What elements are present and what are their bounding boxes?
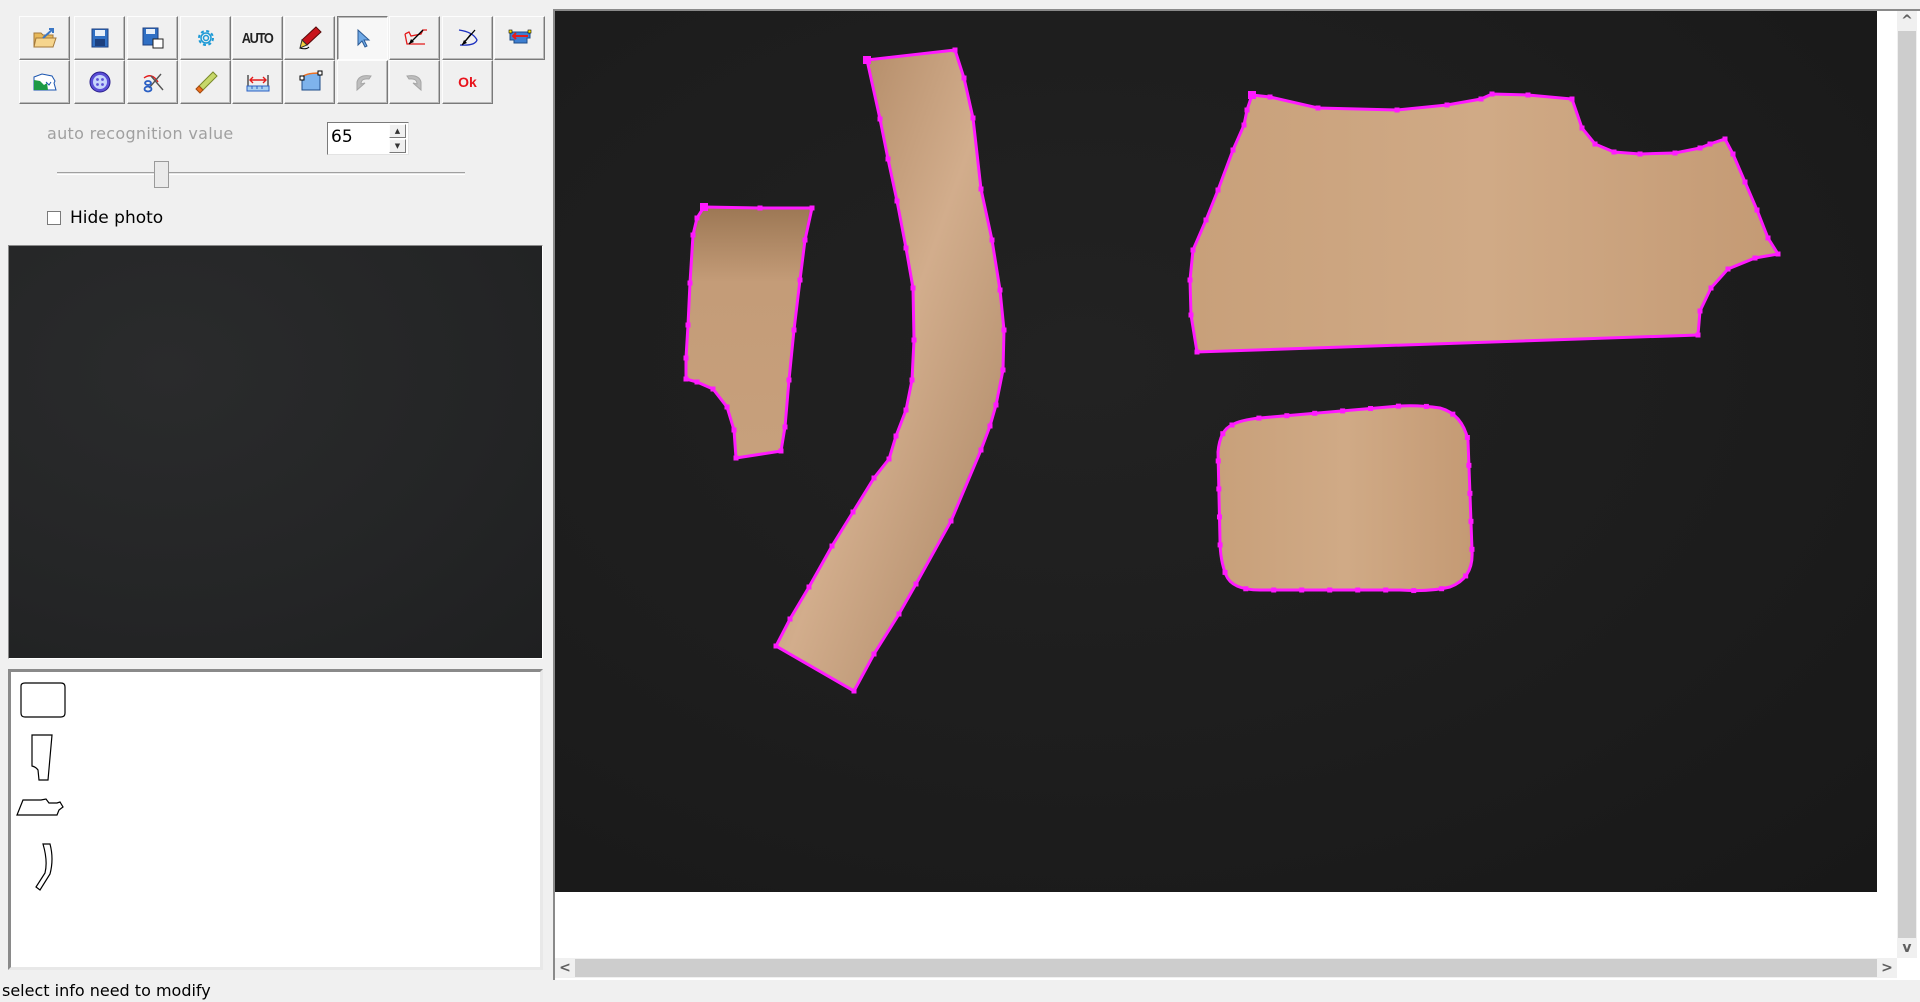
scissors-icon	[143, 73, 164, 93]
list-item-curved-strip-piece[interactable]	[15, 842, 75, 892]
measure-button[interactable]	[232, 60, 283, 104]
auto-button[interactable]: AUTO	[232, 16, 283, 60]
scroll-up-icon[interactable]: ^	[1897, 11, 1917, 31]
list-item-rounded-rectangle-piece[interactable]	[15, 680, 75, 730]
vertical-scrollbar[interactable]: ^ v	[1897, 11, 1917, 958]
auto-recognition-label: auto recognition value	[47, 124, 234, 143]
horizontal-scroll-thumb[interactable]	[575, 959, 1877, 977]
map-icon	[33, 73, 57, 91]
scroll-right-icon[interactable]: >	[1877, 958, 1897, 978]
ok-button-label: Ok	[458, 74, 477, 90]
add-point-button[interactable]	[389, 16, 440, 60]
arrow-cursor-icon	[357, 28, 370, 48]
horizontal-scrollbar[interactable]: < >	[555, 958, 1897, 978]
scroll-down-icon[interactable]: v	[1897, 938, 1917, 958]
scroll-left-icon[interactable]: <	[555, 958, 575, 978]
toolbar: AUTO Ok	[0, 0, 550, 110]
select-button[interactable]	[337, 16, 388, 60]
eraser-button[interactable]	[180, 60, 231, 104]
recognition-slider-thumb[interactable]	[153, 161, 169, 188]
status-text: select info need to modify	[2, 981, 211, 1000]
hide-photo-checkbox[interactable]	[47, 211, 61, 225]
draw-pen-button[interactable]	[284, 16, 335, 60]
curve-button[interactable]	[284, 60, 335, 104]
button-icon	[89, 71, 110, 93]
eraser-icon	[194, 71, 218, 94]
compass-red-icon	[403, 29, 427, 45]
hide-photo-label[interactable]: Hide photo	[70, 208, 163, 228]
vertical-scroll-thumb[interactable]	[1898, 31, 1916, 938]
ruler-icon	[246, 75, 269, 92]
pen-icon	[298, 26, 322, 50]
map-image-button[interactable]	[19, 60, 70, 104]
floppy-disk-icon	[91, 28, 108, 48]
recognition-value-input[interactable]: 65	[331, 127, 353, 147]
auto-button-label: AUTO	[242, 29, 274, 47]
ok-button[interactable]: Ok	[442, 60, 493, 104]
piece-arrow-icon	[508, 29, 531, 44]
settings-button[interactable]	[180, 16, 231, 60]
bezier-icon	[299, 70, 322, 91]
floppy-disk-page-icon	[142, 27, 163, 49]
list-item-bodice-piece[interactable]	[15, 790, 75, 840]
undo-icon	[356, 75, 372, 92]
save-button[interactable]	[74, 16, 125, 60]
spin-down-button[interactable]: ▼	[389, 139, 406, 153]
open-image-button[interactable]	[19, 16, 70, 60]
button-tool-button[interactable]	[74, 60, 125, 104]
compass-blue-icon	[458, 29, 478, 46]
rounded-rectangle-piece[interactable]	[1218, 405, 1473, 591]
save-as-button[interactable]	[127, 16, 178, 60]
redo-icon	[405, 75, 421, 92]
gear-icon	[197, 30, 214, 46]
spin-up-button[interactable]: ▲	[389, 124, 406, 138]
pieces-list[interactable]	[8, 669, 543, 970]
recognition-value-spinner[interactable]: 65 ▲ ▼	[327, 122, 409, 155]
zoom-preview-panel	[8, 245, 543, 659]
undo-button[interactable]	[337, 60, 388, 104]
cut-button[interactable]	[127, 60, 178, 104]
arc-button[interactable]	[442, 16, 493, 60]
redo-button[interactable]	[389, 60, 440, 104]
list-item-small-trouser-piece[interactable]	[15, 734, 75, 784]
recognition-slider-track[interactable]	[57, 172, 465, 175]
move-piece-button[interactable]	[494, 16, 545, 60]
folder-open-icon	[32, 28, 57, 48]
